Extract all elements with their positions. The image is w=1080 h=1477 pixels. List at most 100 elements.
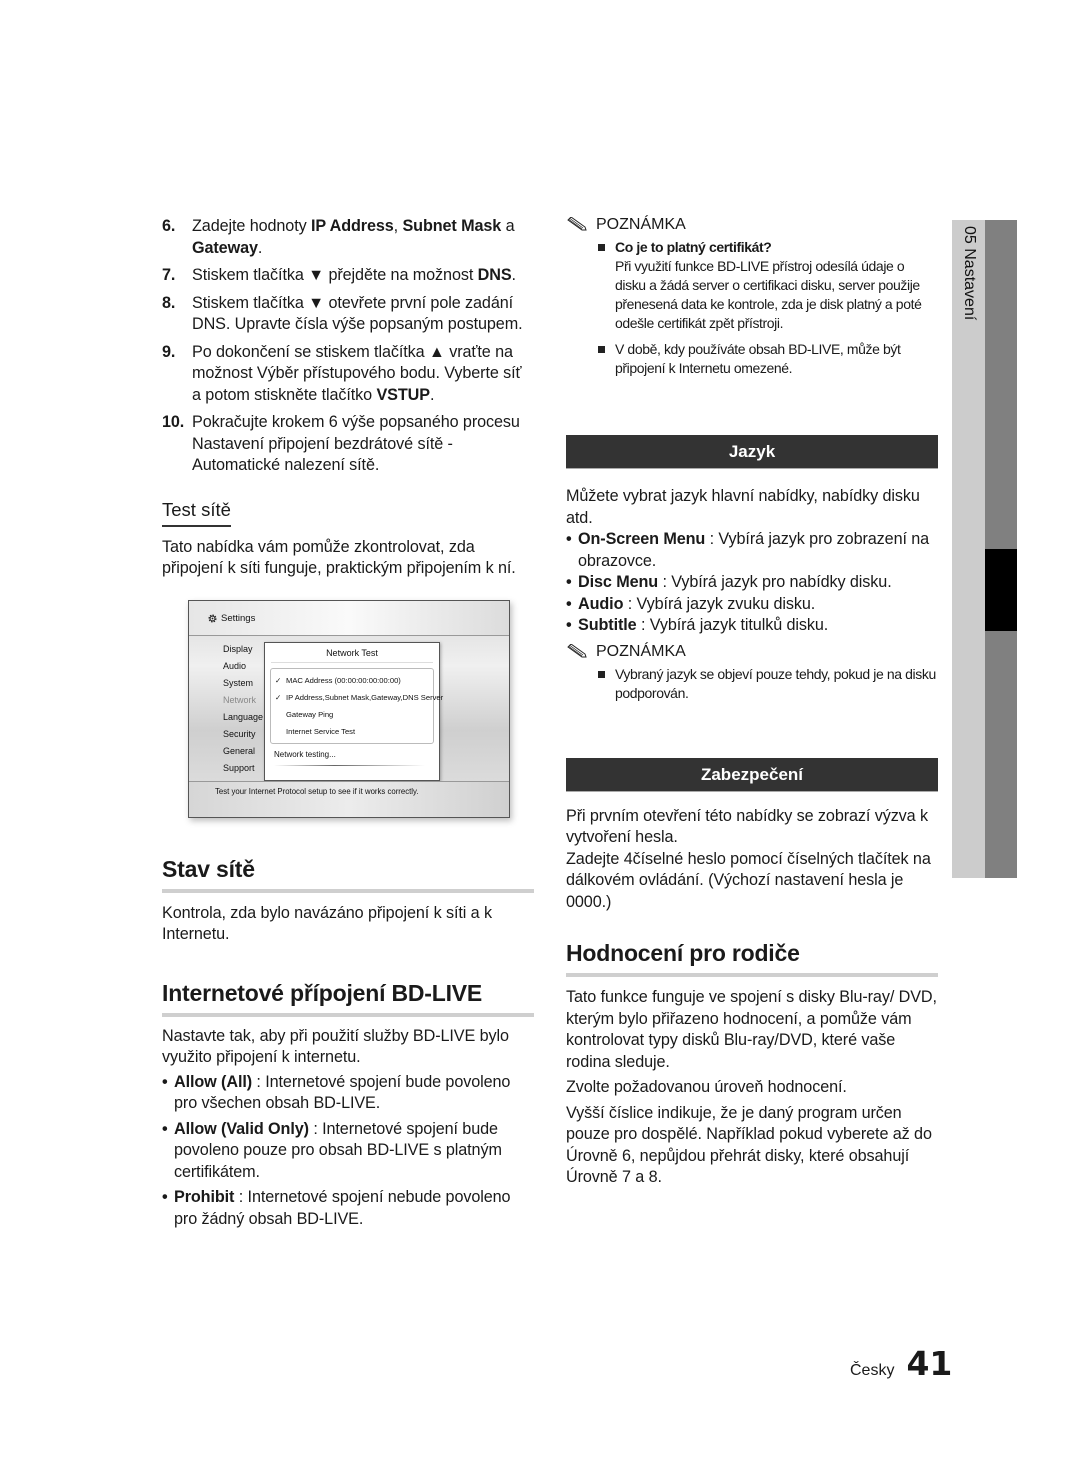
bullet-term: Allow (All) [174,1072,253,1091]
settings-menu-item: System [223,677,254,688]
dialog-item: ✓ IP Address,Subnet Mask,Gateway,DNS Serv… [275,689,443,706]
step-number: 7. [162,266,176,284]
bullet-dot: • [162,1119,168,1138]
bdlive-heading: Internetové přípojení BD-LIVE [162,980,534,1017]
step-text-part: a [501,217,515,235]
note-heading-text: POZNÁMKA [596,642,686,660]
dialog-item: ✓ MAC Address (00:00:00:00:00:00) [275,672,433,689]
bullet-dot: • [162,1188,168,1206]
step-text-part: . [511,266,517,284]
screenshot-help-text: Test your Internet Protocol setup to see… [215,786,419,796]
dialog-item: Gateway Ping [275,706,433,723]
bullet-term: Disc Menu [578,573,659,591]
bullet-desc: : Vybírá jazyk pro nabídky disku. [658,573,892,591]
bullet-text: On-Screen Menu : Vybírá jazyk pro zobraz… [578,529,938,572]
step-text: Stiskem tlačítka ▼ přejděte na možnost D… [192,265,534,287]
bullet-term: Subtitle [578,616,637,634]
dialog-item-label: MAC Address (00:00:00:00:00:00) [286,675,401,685]
page-footer: Česky 41 [850,1344,952,1383]
step-text-part: Stiskem tlačítka ▼ otevřete první pole z… [192,293,523,334]
test-site-text: Tato nabídka vám pomůže zkontrolovat, zd… [162,537,516,578]
bdlive-options-list: • Allow (All) : Internetové spojení bude … [162,1072,534,1231]
step-keyword: Subnet Mask [402,217,502,235]
bullet-dot: • [162,1072,168,1091]
chapter-label: 05 Nastavení [961,226,978,321]
bullet-text: Audio : Vybírá jazyk zvuku disku. [578,594,815,616]
note-body: V době, kdy používáte obsah BD-LIVE, můž… [615,341,901,376]
note-heading: POZNÁMKA [566,643,938,661]
step-text: Stiskem tlačítka ▼ otevřete první pole z… [192,293,534,336]
step-keyword: IP Address [311,217,394,235]
dialog-items: ✓ MAC Address (00:00:00:00:00:00) ✓ IP Addr… [270,667,443,744]
dialog-item-label: Internet Service Test [286,726,356,736]
step-number: 9. [162,342,176,361]
bullet-desc: : Vybírá jazyk titulků disku. [636,616,829,634]
bullet-item: • Disc Menu : Vybírá jazyk pro nabídky di… [566,572,938,594]
gear-icon [208,613,217,623]
checkmark-icon: ✓ [275,675,282,685]
step-item: 9. Po dokončení se stiskem tlačítka ▲ vra… [162,342,534,407]
note-title: Co je to platný certifikát? [615,239,772,255]
hodnoceni-paragraph: Tato funkce funguje ve spojení s disky B… [566,988,937,1071]
note-list: Vybraný jazyk se objeví pouze tehdy, pok… [566,665,938,703]
left-column: 6. Zadejte hodnoty IP Address, Subnet Mas… [162,216,534,1234]
bullet-text: Subtitle : Vybírá jazyk titulků disku. [578,615,828,637]
note-item: Co je to platný certifikát? Při využití f… [598,238,938,333]
zabezpeceni-section-bar: Zabezpečení [566,757,938,792]
note-item: Vybraný jazyk se objeví pouze tehdy, pok… [598,665,938,703]
bullet-item: • Allow (All) : Internetové spojení bude … [162,1072,534,1115]
bullet-item: • Audio : Vybírá jazyk zvuku disku. [566,594,938,616]
screenshot-title: Settings [207,613,255,624]
step-text: Po dokončení se stiskem tlačítka ▲ vraťt… [192,342,534,407]
bullet-dot: • [566,530,572,548]
square-bullet-icon [598,346,605,353]
bullet-text: Allow (Valid Only) : Internetové spojení… [174,1119,534,1184]
hodnoceni-body: Tato funkce funguje ve spojení s disky B… [566,987,938,1189]
bdlive-text: Nastavte tak, aby při použití služby BD-… [162,1026,509,1067]
note-item: V době, kdy používáte obsah BD-LIVE, můž… [598,340,938,378]
jazyk-text: Můžete vybrat jazyk hlavní nabídky, nabí… [566,487,920,527]
square-bullet-icon [598,670,605,678]
bullet-desc: : Vybírá jazyk zvuku disku. [623,594,816,613]
note-body: Vybraný jazyk se objeví pouze tehdy, pok… [615,665,936,701]
bullet-item: • Subtitle : Vybírá jazyk titulků disku. [566,615,938,637]
steps-list: 6. Zadejte hodnoty IP Address, Subnet Mas… [162,216,534,477]
step-keyword: DNS [477,266,512,284]
test-site-heading: Test sítě [162,499,231,527]
pencil-note-icon [567,217,587,231]
dialog-title: Network Test [271,648,433,663]
step-text: Zadejte hodnoty IP Address, Subnet Mask … [192,216,534,259]
bullet-dot: • [566,594,572,613]
stav-site-heading: Stav sítě [162,856,534,893]
step-keyword: Gateway [192,238,258,257]
pencil-note-icon [567,643,587,657]
note-text: V době, kdy používáte obsah BD-LIVE, můž… [615,340,938,378]
note-list: Co je to platný certifikát? Při využití f… [566,238,938,378]
right-column: POZNÁMKA Co je to platný certifikát? Při … [566,216,938,1193]
bullet-text: Allow (All) : Internetové spojení bude p… [174,1072,534,1115]
dialog-item: Internet Service Test [275,723,433,740]
step-text: Pokračujte krokem 6 výše popsaného proce… [192,412,534,477]
note-body: Při využití funkce BD-LIVE přístroj odes… [615,258,922,331]
settings-menu-item: Network [223,694,257,705]
dialog-item-label: Gateway Ping [286,709,334,719]
step-item: 7. Stiskem tlačítka ▼ přejděte na možnost… [162,265,534,287]
step-item: 8. Stiskem tlačítka ▼ otevřete první pole… [162,293,534,336]
note-heading: POZNÁMKA [566,216,938,234]
dialog-status: Network testing... [274,749,336,759]
bullet-item: • Allow (Valid Only) : Internetové spojen… [162,1119,534,1184]
screenshot-title-text: Settings [221,612,256,624]
settings-menu-item: Security [223,728,256,739]
hodnoceni-heading: Hodnocení pro rodiče [566,940,938,977]
checkmark-icon: ✓ [275,692,282,702]
zabezpeceni-text-1: Při prvním otevření této nabídky se zobr… [566,806,928,847]
hodnoceni-paragraph: Zvolte požadovanou úroveň hodnocení. [566,1078,847,1096]
stav-site-text: Kontrola, zda bylo navázáno připojení k … [162,903,492,944]
bullet-text: Disc Menu : Vybírá jazyk pro nabídky dis… [578,572,892,594]
hodnoceni-paragraph: Vyšší číslice indikuje, že je daný progr… [566,1103,932,1187]
bullet-dot: • [566,573,572,591]
settings-menu-item: Support [223,762,255,773]
bullet-term: Allow (Valid Only) [174,1119,309,1138]
settings-menu-item: Language [223,711,264,722]
settings-menu-item: Display [223,643,253,654]
